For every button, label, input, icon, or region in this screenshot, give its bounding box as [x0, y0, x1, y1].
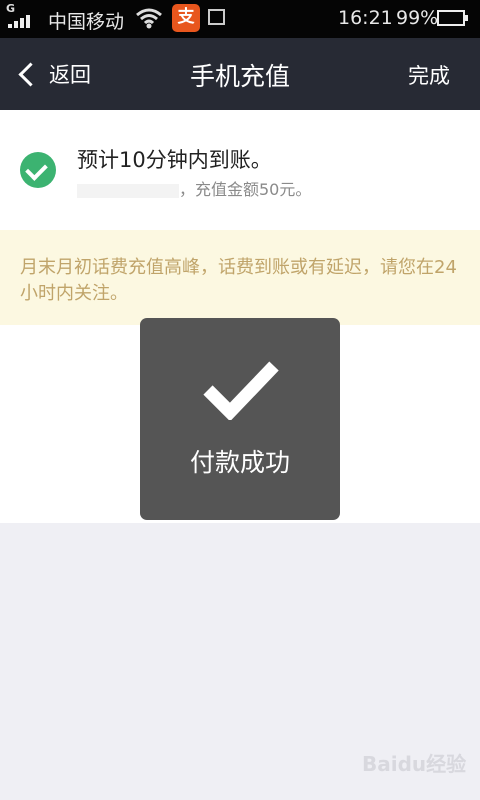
checkmark-icon — [203, 361, 279, 420]
done-button[interactable]: 完成 — [408, 60, 450, 90]
battery-icon — [437, 10, 468, 26]
nav-bar: 返回 手机充值 完成 — [0, 38, 480, 110]
watermark: Baidu经验 — [362, 752, 467, 776]
wifi-icon — [136, 8, 162, 29]
arrival-estimate: 预计10分钟内到账。 — [77, 148, 272, 172]
result-card: 预计10分钟内到账。 18779242112，充值金额50元。 — [0, 110, 480, 230]
recharge-detail: 18779242112，充值金额50元。 — [77, 176, 311, 200]
image-icon — [208, 9, 225, 25]
toast-message: 付款成功 — [189, 448, 290, 477]
alipay-icon: 支 — [172, 4, 200, 32]
payment-success-toast: 付款成功 — [140, 318, 340, 520]
peak-notice: 月末月初话费充值高峰，话费到账或有延迟，请您在24小时内关注。 — [0, 230, 480, 325]
carrier-name: 中国移动 — [48, 11, 125, 33]
masked-phone-number: 18779242112 — [77, 183, 179, 198]
recharge-amount-text: ，充值金额50元。 — [179, 180, 312, 199]
signal-icon — [8, 15, 30, 28]
battery-percent: 99% — [396, 7, 439, 29]
success-check-icon — [20, 152, 56, 188]
clock: 16:21 — [338, 7, 393, 29]
status-bar: G 中国移动 支 16:21 99% — [0, 0, 480, 38]
